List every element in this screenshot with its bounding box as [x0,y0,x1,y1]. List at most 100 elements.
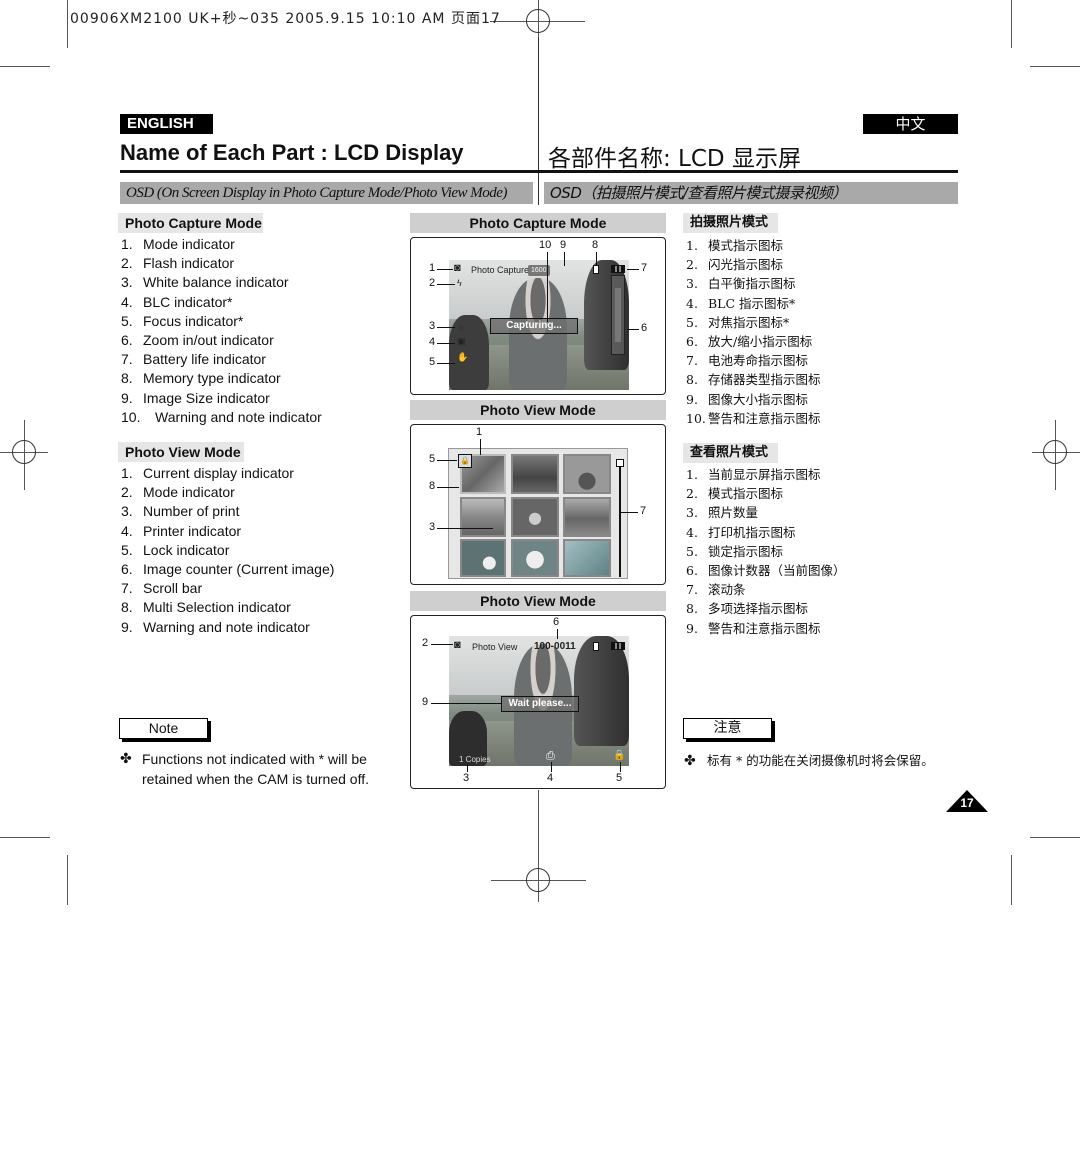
list-item-number: 4. [121,293,133,310]
blc-icon: ▣ [457,336,466,346]
list-item: 7. Scroll bar [121,579,334,598]
english-badge: ENGLISH [120,114,213,134]
scrollbar-track[interactable] [619,459,621,577]
view-mode-list: 1. Current display indicator 2. Mode indica… [121,464,334,637]
note-text-line: Functions not indicated with * will be [142,751,367,767]
list-item-number: 3. [686,505,698,521]
note-label-cn: 注意 [683,718,772,739]
callout-1: 1 [476,426,483,438]
crop-mark [1011,855,1012,905]
callout-2: 2 [429,277,436,289]
list-item-label: 闪光指示图标 [708,257,784,273]
list-item-label: 多项选择指示图标 [708,601,809,617]
callout-leader [620,512,638,513]
list-item-number: 9. [121,389,133,406]
thumbnail[interactable] [563,539,611,577]
callout-leader [437,284,455,285]
list-item-label: Focus indicator* [143,312,244,329]
list-item: 8. 存储器类型指示图标 [686,370,821,389]
thumbnail[interactable] [511,454,559,494]
list-item: 9. Image Size indicator [121,389,322,408]
view-mode-heading-cn: 查看照片模式 [683,443,778,463]
callout-7: 7 [640,505,647,517]
callout-leader [480,439,481,455]
lcd-view-single-heading: Photo View Mode [410,591,666,611]
list-item-label: 照片数量 [708,505,759,521]
list-item-number: 2. [121,484,133,501]
lcd-capture-frame: ◙ Photo Capture 1600 ϟ ☼ ▣ ✋ Capturing..… [410,237,666,395]
list-item-label: Flash indicator [143,255,235,272]
callout-5: 5 [429,453,436,465]
list-item: 2. 模式指示图标 [686,484,846,503]
list-item-label: Multi Selection indicator [143,599,291,616]
callout-9: 9 [422,696,429,708]
callout-6: 6 [553,616,560,628]
note-bullet-icon-cn: ✤ [684,752,696,768]
callout-4: 4 [547,772,554,784]
thumbnail[interactable] [563,497,611,537]
list-item: 1. 模式指示图标 [686,236,821,255]
list-item-label: Mode indicator [143,484,235,501]
list-item-label: 图像计数器（当前图像） [708,562,846,578]
list-item-number: 5. [121,312,133,329]
callout-leader [620,762,621,772]
list-item: 3. 白平衡指示图标 [686,274,821,293]
list-item-number: 1. [121,236,133,252]
copies-count: 1 Copies [459,755,491,764]
list-item: 1. 当前显示屏指示图标 [686,465,846,484]
callout-leader [437,487,459,488]
callout-leader [437,343,455,344]
list-item: 10. Warning and note indicator [121,408,322,427]
flash-icon: ϟ [457,278,462,288]
callout-leader [437,269,453,270]
callout-leader [437,460,457,461]
list-item-label: 对焦指示图标* [708,314,790,330]
wait-message: Wait please... [501,696,579,712]
osd-subtitle-bar-cn: OSD（拍摄照片模式/查看照片模式摄录视频） [544,182,958,204]
list-item-label: Lock indicator [143,541,230,558]
crop-mark [1030,66,1080,67]
list-item-label: White balance indicator [143,274,289,291]
callout-6: 6 [641,322,648,334]
note-text-line: retained when the CAM is turned off. [142,771,369,787]
callout-leader [431,703,501,704]
capturing-message: Capturing... [490,318,578,334]
thumbnail[interactable] [460,539,506,577]
battery-icon [611,642,625,650]
note-text: Functions not indicated with * will be r… [142,749,369,789]
list-item: 8. 多项选择指示图标 [686,599,846,618]
capture-mode-heading: Photo Capture Mode [118,213,263,233]
callout-9: 9 [560,239,567,251]
thumbnail[interactable] [511,539,559,577]
list-item-label: 模式指示图标 [708,238,784,253]
callout-leader [627,329,639,330]
list-item: 9. 图像大小指示图标 [686,390,821,409]
list-item: 4. Printer indicator [121,522,334,541]
list-item-label: Memory type indicator [143,370,281,387]
list-item-number: 8. [121,370,133,387]
scrollbar-thumb[interactable] [616,459,624,467]
list-item-label: Warning and note indicator [143,618,310,635]
callout-leader [596,252,597,266]
list-item: 3. White balance indicator [121,273,322,292]
callout-2: 2 [422,637,429,649]
list-item-number: 3. [121,274,133,291]
title-rule [120,170,538,173]
page-number: 17 [960,796,974,810]
list-item: 2. Mode indicator [121,483,334,502]
callout-leader [431,644,453,645]
list-item-number: 3. [686,276,698,292]
list-item-label: 电池寿命指示图标 [708,353,809,369]
lcd-view-single-frame: ◙ Photo View 100-0011 Wait please... 1 C… [410,615,666,789]
callout-5: 5 [616,772,623,784]
thumbnail[interactable] [563,454,611,494]
thumbnail[interactable] [460,497,506,537]
crop-mark [67,0,68,48]
list-item: 3. 照片数量 [686,503,846,522]
list-item-number: 8. [686,601,698,617]
crop-mark [0,66,50,67]
list-item-number: 8. [121,599,133,616]
list-item: 8. Multi Selection indicator [121,598,334,617]
memory-type-icon [593,642,599,651]
thumbnail[interactable] [511,497,559,537]
